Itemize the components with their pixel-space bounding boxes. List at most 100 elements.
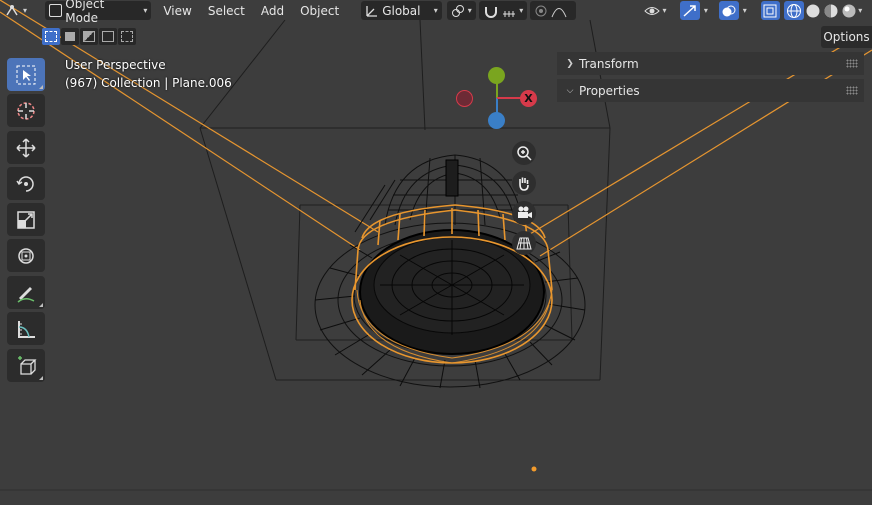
rotate-icon	[16, 175, 34, 192]
link-icon	[451, 4, 464, 17]
chevron-right-icon: ❯	[566, 58, 574, 69]
camera-icon	[518, 206, 532, 218]
snap-increment-icon	[503, 10, 516, 17]
scale-tool[interactable]	[7, 203, 45, 236]
overlays-toggle[interactable]	[718, 1, 739, 20]
pan-button[interactable]	[512, 171, 536, 195]
add-cube-icon	[18, 355, 37, 375]
shading-solid-button[interactable]	[804, 1, 822, 20]
pencil-icon	[17, 286, 35, 303]
menu-object[interactable]: Object	[292, 1, 347, 20]
measure-tool[interactable]	[7, 312, 45, 345]
visibility-dropdown[interactable]: ▾	[640, 1, 677, 20]
select-box-icon	[16, 65, 36, 84]
chevron-down-icon: ⌵	[566, 85, 574, 96]
chevron-down-icon: ▾	[858, 6, 863, 15]
wireframe-sphere-icon	[787, 3, 802, 18]
shading-dropdown[interactable]: ▾	[858, 1, 872, 20]
chevron-down-icon: ▾	[433, 6, 438, 15]
cursor-icon	[17, 101, 35, 120]
editor-type-button[interactable]: ▾	[0, 1, 39, 20]
move-icon	[16, 137, 36, 158]
shading-rendered-button[interactable]	[840, 1, 858, 20]
menu-view[interactable]: View	[155, 1, 199, 20]
axis-x-handle[interactable]: X	[520, 90, 537, 107]
orientation-label: Global	[382, 3, 421, 18]
collection-label: (967) Collection | Plane.006	[65, 76, 232, 90]
axis-y-handle[interactable]	[488, 67, 505, 84]
gizmo-dropdown[interactable]: ▾	[700, 1, 716, 20]
tool-shelf	[7, 58, 47, 385]
select-extend-icon	[65, 32, 75, 41]
annotate-tool[interactable]	[7, 276, 45, 309]
proportional-editing[interactable]	[530, 1, 576, 20]
move-tool[interactable]	[7, 131, 45, 164]
orientation-icon	[366, 5, 378, 17]
select-new-icon	[45, 31, 57, 42]
transform-panel-label: Transform	[579, 56, 639, 71]
properties-panel-header[interactable]: ⌵ Properties	[557, 79, 864, 102]
eye-icon	[643, 6, 660, 15]
pivot-dropdown[interactable]: ▾	[446, 1, 477, 20]
select-extend-button[interactable]	[61, 28, 79, 45]
select-box-tool[interactable]	[7, 58, 45, 91]
chevron-down-icon: ▾	[23, 6, 28, 15]
options-label: Options	[823, 30, 870, 44]
menu-select[interactable]: Select	[200, 1, 253, 20]
select-invert-button[interactable]	[99, 28, 117, 45]
menu-add[interactable]: Add	[253, 1, 292, 20]
proportional-edit-icon	[535, 5, 547, 16]
viewport-header: ▾ Object Mode ▾ View Select Add Object G…	[0, 0, 872, 25]
transform-icon	[6, 4, 18, 15]
chevron-down-icon: ▾	[662, 6, 667, 15]
select-invert-icon	[102, 31, 114, 42]
object-mode-icon	[49, 4, 63, 17]
mode-dropdown[interactable]: Object Mode ▾	[45, 0, 152, 25]
gizmo-toggle[interactable]	[679, 1, 700, 20]
mode-label: Object Mode	[65, 0, 105, 25]
zoom-button[interactable]	[512, 141, 536, 165]
drag-grip-icon[interactable]	[846, 86, 858, 95]
overlays-icon	[722, 5, 736, 16]
transform-panel-header[interactable]: ❯ Transform	[557, 52, 864, 75]
select-intersect-icon	[121, 31, 133, 42]
chevron-down-icon: ▾	[143, 6, 148, 15]
chevron-down-icon: ▾	[703, 6, 708, 15]
selection-mode-buttons	[42, 28, 136, 45]
axis-z-handle[interactable]	[488, 112, 505, 129]
camera-view-button[interactable]	[512, 201, 536, 225]
material-sphere-icon	[824, 4, 838, 17]
chevron-down-icon: ▾	[742, 6, 747, 15]
xray-toggle[interactable]	[760, 1, 781, 20]
axis-neg-x-handle[interactable]	[456, 90, 473, 107]
chevron-down-icon: ▾	[519, 6, 524, 15]
drag-grip-icon[interactable]	[846, 59, 858, 68]
select-subtract-button[interactable]	[80, 28, 98, 45]
transform-tool[interactable]	[7, 239, 45, 272]
ruler-icon	[18, 320, 35, 338]
perspective-label: User Perspective	[65, 58, 166, 72]
chevron-down-icon: ▾	[467, 6, 472, 15]
projection-toggle-button[interactable]	[512, 231, 536, 255]
cursor-tool[interactable]	[7, 94, 45, 127]
overlays-dropdown[interactable]: ▾	[739, 1, 755, 20]
solid-sphere-icon	[806, 4, 820, 17]
select-new-button[interactable]	[42, 28, 60, 45]
grid-perspective-icon	[516, 237, 532, 250]
shading-material-button[interactable]	[822, 1, 840, 20]
rotate-tool[interactable]	[7, 167, 45, 200]
options-button[interactable]: Options	[821, 26, 872, 48]
magnet-icon	[485, 6, 498, 18]
gizmo-icon	[683, 4, 696, 17]
select-intersect-button[interactable]	[118, 28, 136, 45]
shading-wireframe-button[interactable]	[784, 1, 805, 20]
transform-tool-icon	[18, 247, 34, 264]
transform-orientation-dropdown[interactable]: Global ▾	[361, 1, 442, 20]
add-cube-tool[interactable]	[7, 349, 45, 382]
rendered-sphere-icon	[842, 4, 856, 17]
falloff-curve-icon	[551, 7, 567, 17]
snap-controls[interactable]: ▾	[479, 1, 528, 20]
scale-icon	[17, 210, 35, 229]
select-subtract-icon	[83, 31, 95, 42]
hand-icon	[519, 177, 529, 191]
